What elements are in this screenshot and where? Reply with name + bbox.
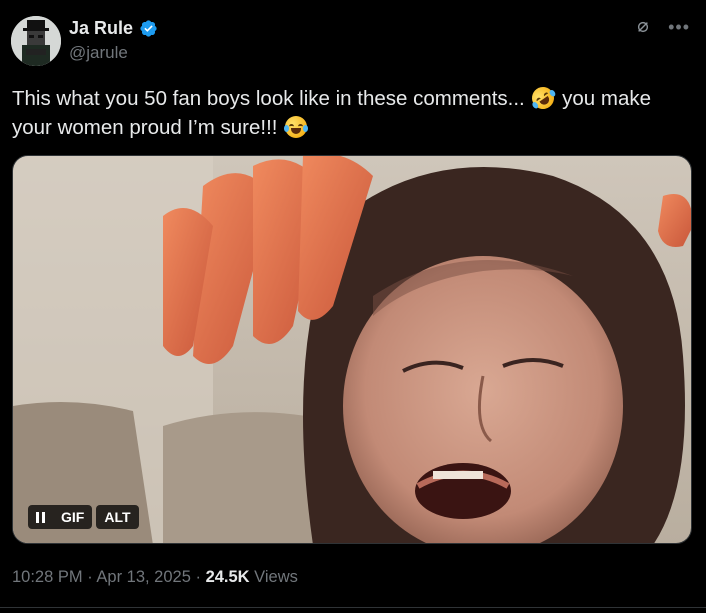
tweet-time[interactable]: 10:28 PM <box>12 568 83 586</box>
views-label: Views <box>249 568 298 586</box>
author-handle[interactable]: @jarule <box>69 43 158 63</box>
face-with-tears-of-joy-emoji <box>284 116 309 138</box>
meta-separator: · <box>190 568 206 586</box>
gif-frame-image <box>13 156 691 543</box>
pause-icon <box>36 511 45 523</box>
gif-media[interactable]: GIF ALT <box>12 155 692 544</box>
tweet-actions-top: ••• <box>636 18 690 36</box>
more-icon[interactable]: ••• <box>668 18 690 36</box>
divider <box>0 607 706 608</box>
rolling-on-floor-laughing-emoji <box>528 82 559 114</box>
alt-text-button[interactable]: ALT <box>96 505 139 529</box>
tweet-date[interactable]: Apr 13, 2025 <box>96 568 191 586</box>
author-block[interactable]: Ja Rule @jarule <box>69 16 158 63</box>
grok-icon[interactable] <box>636 20 650 34</box>
gif-control-group: GIF <box>28 505 93 529</box>
media-controls: GIF ALT <box>28 505 139 529</box>
tweet-meta: 10:28 PM · Apr 13, 2025 · 24.5K Views <box>12 568 298 587</box>
tweet-text-part1: This what you 50 fan boys look like in t… <box>12 87 531 110</box>
tweet-text: This what you 50 fan boys look like in t… <box>12 82 692 142</box>
verified-badge-icon <box>140 19 157 37</box>
author-name[interactable]: Ja Rule <box>69 18 133 39</box>
gif-badge: GIF <box>61 509 85 525</box>
views-count[interactable]: 24.5K <box>206 568 250 586</box>
meta-separator: · <box>82 568 97 586</box>
avatar[interactable] <box>11 16 61 66</box>
pause-button[interactable] <box>28 505 53 529</box>
name-row: Ja Rule <box>69 16 158 40</box>
